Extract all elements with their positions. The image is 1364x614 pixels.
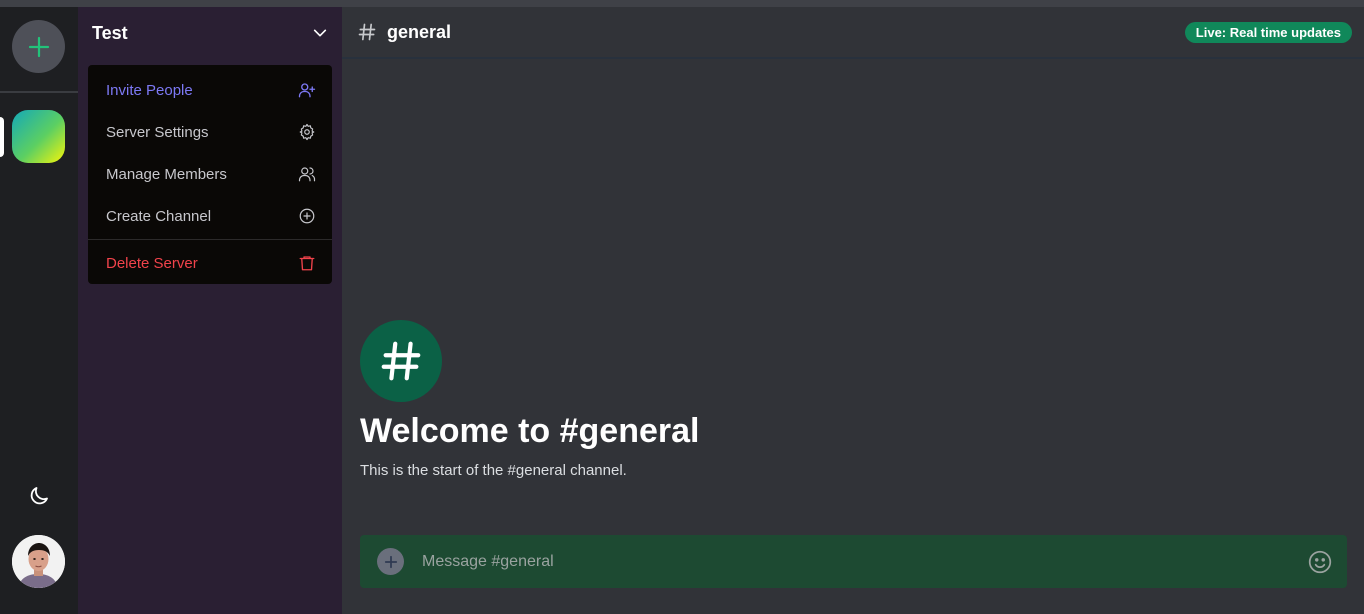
- moon-icon[interactable]: [27, 484, 51, 508]
- chevron-down-icon: [313, 29, 327, 37]
- rail-divider: [0, 91, 78, 93]
- channel-sidebar: Test Invite People Server Settings Manag…: [78, 7, 342, 614]
- message-input[interactable]: [422, 552, 1307, 571]
- live-status-badge: Live: Real time updates: [1184, 22, 1352, 43]
- trash-icon: [299, 256, 315, 271]
- chat-area: general Live: Real time updates Welcome …: [342, 7, 1364, 614]
- menu-item-manage-members[interactable]: Manage Members: [88, 153, 332, 195]
- channel-welcome-icon: [360, 320, 442, 402]
- active-server-indicator: [0, 117, 4, 157]
- channel-title: general: [387, 21, 452, 42]
- hash-icon: [358, 23, 376, 41]
- server-dropdown-menu: Invite People Server Settings Manage Mem…: [88, 65, 332, 284]
- plus-circle-icon: [299, 208, 315, 224]
- menu-item-delete-server[interactable]: Delete Server: [88, 242, 332, 284]
- window-top-bar: [0, 0, 1364, 7]
- welcome-subtitle: This is the start of the #general channe…: [360, 462, 627, 479]
- message-composer: [360, 535, 1347, 588]
- plus-icon: [28, 36, 49, 57]
- users-icon: [298, 167, 316, 182]
- plus-icon: [384, 555, 397, 568]
- channel-header: general Live: Real time updates: [342, 7, 1364, 59]
- user-photo: [12, 535, 65, 588]
- add-server-button[interactable]: [12, 20, 65, 73]
- server-name: Test: [92, 22, 128, 43]
- app-window: Test Invite People Server Settings Manag…: [0, 0, 1364, 614]
- menu-divider: [88, 239, 332, 240]
- menu-item-label: Create Channel: [106, 207, 212, 225]
- gear-icon: [299, 123, 315, 141]
- menu-item-label: Manage Members: [106, 165, 227, 183]
- menu-item-invite-people[interactable]: Invite People: [88, 69, 332, 111]
- user-plus-icon: [298, 83, 316, 98]
- server-rail: [0, 7, 78, 614]
- menu-item-label: Delete Server: [106, 254, 198, 272]
- server-menu-toggle[interactable]: Test: [78, 7, 342, 59]
- hash-icon: [381, 341, 421, 381]
- menu-item-label: Server Settings: [106, 123, 209, 141]
- welcome-title: Welcome to #general: [360, 412, 700, 450]
- user-avatar[interactable]: [12, 535, 65, 588]
- attach-button[interactable]: [377, 548, 404, 575]
- server-icon-test[interactable]: [12, 110, 65, 163]
- menu-item-label: Invite People: [106, 81, 193, 99]
- menu-item-create-channel[interactable]: Create Channel: [88, 195, 332, 237]
- smile-icon[interactable]: [1307, 549, 1333, 575]
- menu-item-server-settings[interactable]: Server Settings: [88, 111, 332, 153]
